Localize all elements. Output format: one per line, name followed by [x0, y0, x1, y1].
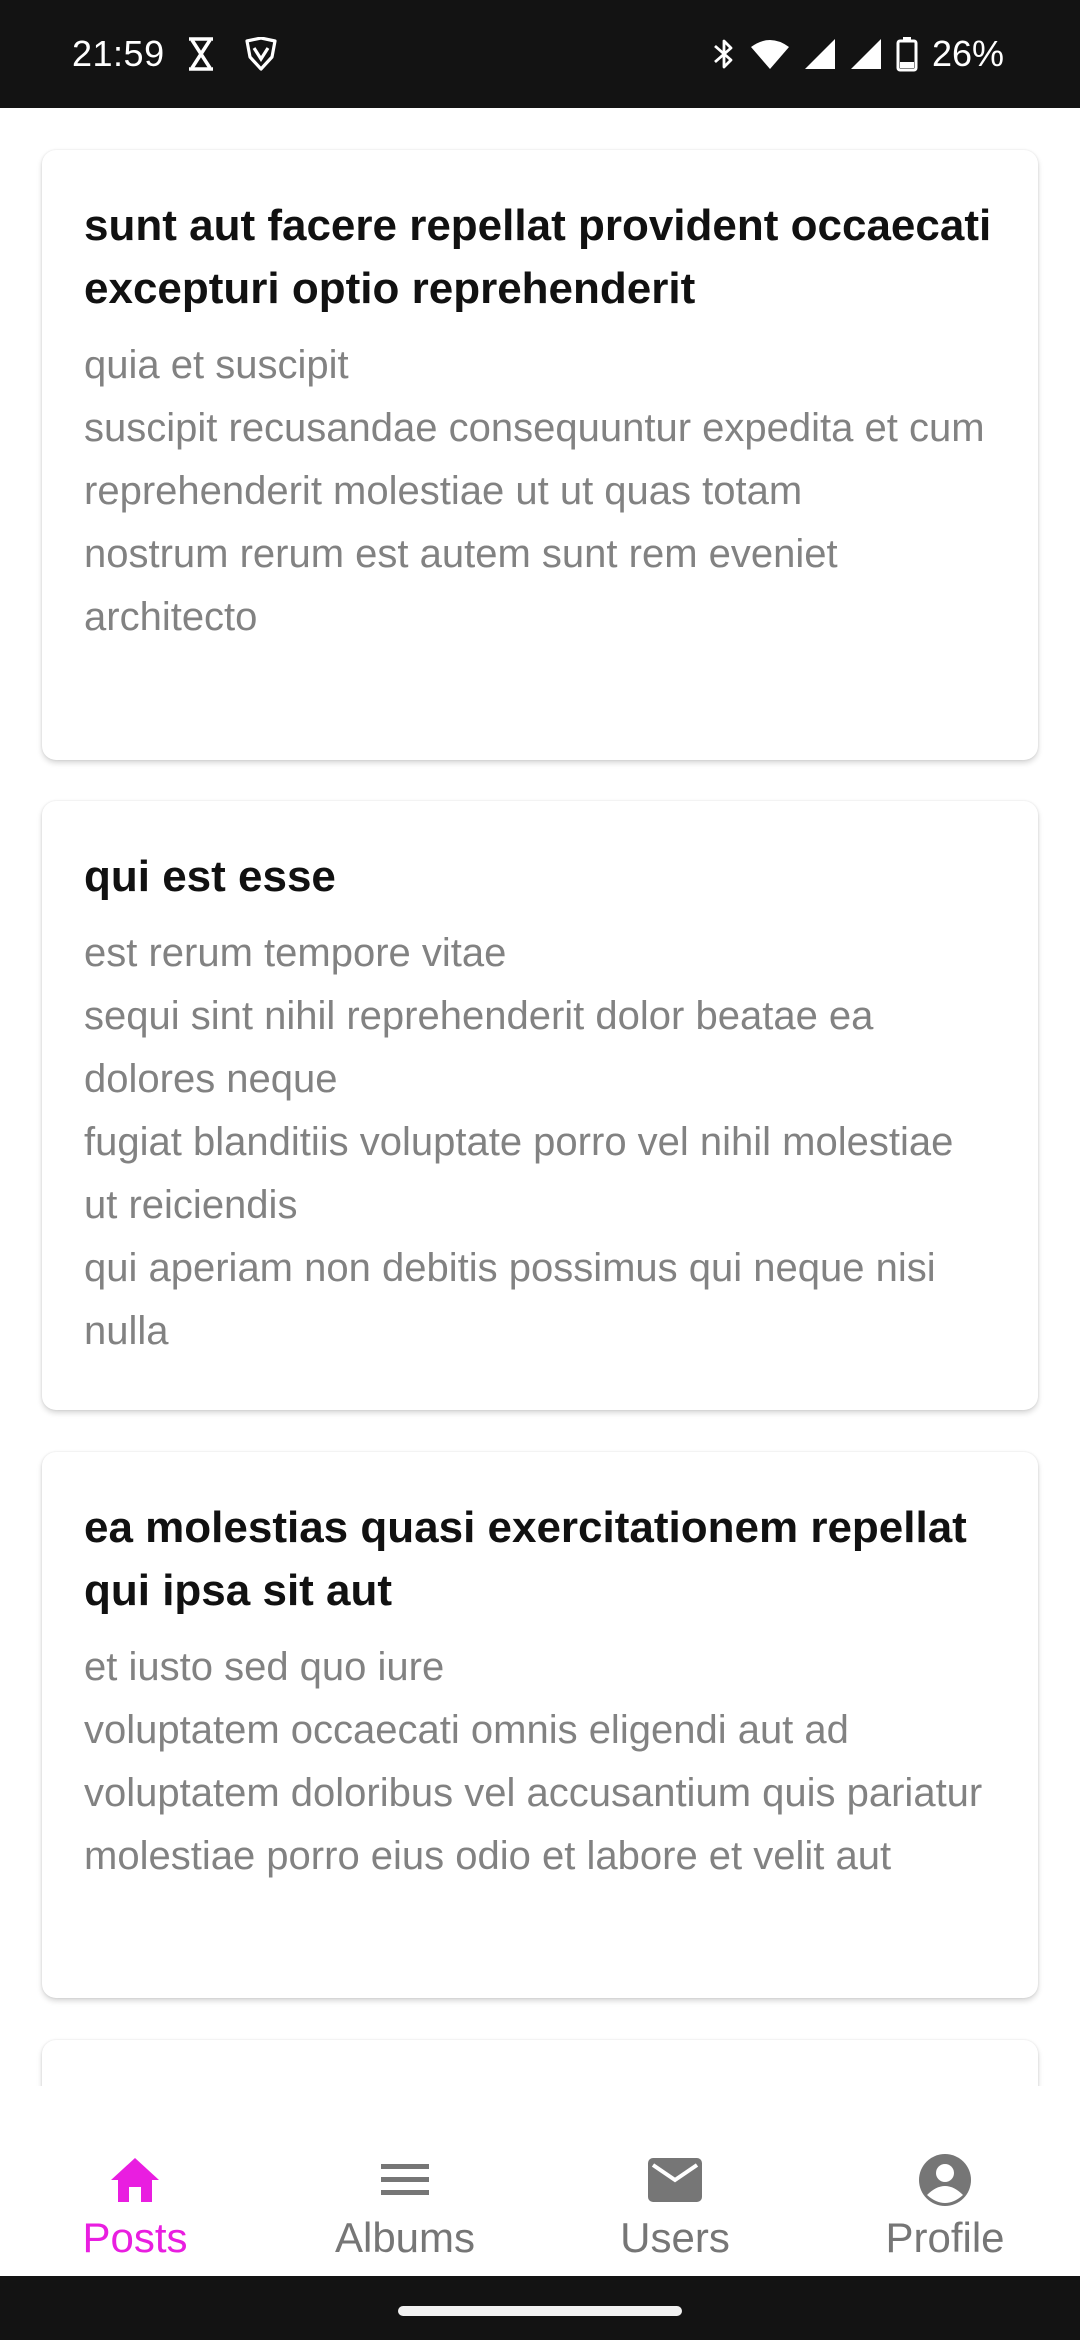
vpn-shield-icon: [244, 37, 278, 71]
battery-percent: 26%: [931, 33, 1004, 74]
status-right-icons: 26%: [712, 30, 1004, 78]
nav-label-profile: Profile: [885, 2214, 1005, 2261]
nav-label-users: Users: [620, 2214, 730, 2261]
nav-item-profile[interactable]: Profile: [810, 2128, 1080, 2276]
post-title: qui est esse: [84, 852, 336, 901]
posts-list[interactable]: sunt aut facere repellat provident occae…: [0, 108, 1080, 2086]
post-card[interactable]: ea molestias quasi exercitationem repell…: [42, 1452, 1038, 1998]
post-body: quia et suscipit suscipit recusandae con…: [84, 343, 985, 639]
bluetooth-icon: [712, 36, 736, 72]
nav-item-albums[interactable]: Albums: [270, 2128, 540, 2276]
post-card[interactable]: sunt aut facere repellat provident occae…: [42, 150, 1038, 760]
home-gesture-handle[interactable]: [398, 2306, 682, 2316]
post-card[interactable]: [42, 2040, 1038, 2086]
status-time: 21:59: [72, 33, 165, 74]
hourglass-icon: [186, 37, 216, 71]
status-bar: 21:59 26%: [0, 0, 1080, 108]
nav-label-albums: Albums: [334, 2214, 476, 2261]
nav-item-users[interactable]: Users: [540, 2128, 810, 2276]
status-left-icons: [186, 36, 278, 72]
battery-icon: [896, 36, 918, 72]
mail-icon: [647, 2152, 703, 2208]
post-title: sunt aut facere repellat provident occae…: [84, 201, 992, 313]
bottom-navigation: Posts Albums Users Profile: [0, 2128, 1080, 2276]
account-circle-icon: [918, 2152, 972, 2208]
post-card[interactable]: qui est esse est rerum tempore vitae seq…: [42, 801, 1038, 1410]
menu-icon: [380, 2152, 430, 2208]
gesture-navigation-bar: [0, 2276, 1080, 2340]
nav-label-posts: Posts: [82, 2214, 188, 2261]
signal-icon: [850, 38, 882, 70]
wifi-icon: [750, 38, 790, 70]
signal-icon: [804, 38, 836, 70]
post-body: est rerum tempore vitae sequi sint nihil…: [84, 931, 954, 1353]
home-icon: [109, 2152, 161, 2208]
post-title: ea molestias quasi exercitationem repell…: [84, 1503, 967, 1615]
post-body: et iusto sed quo iure voluptatem occaeca…: [84, 1645, 983, 1878]
nav-item-posts[interactable]: Posts: [0, 2128, 270, 2276]
